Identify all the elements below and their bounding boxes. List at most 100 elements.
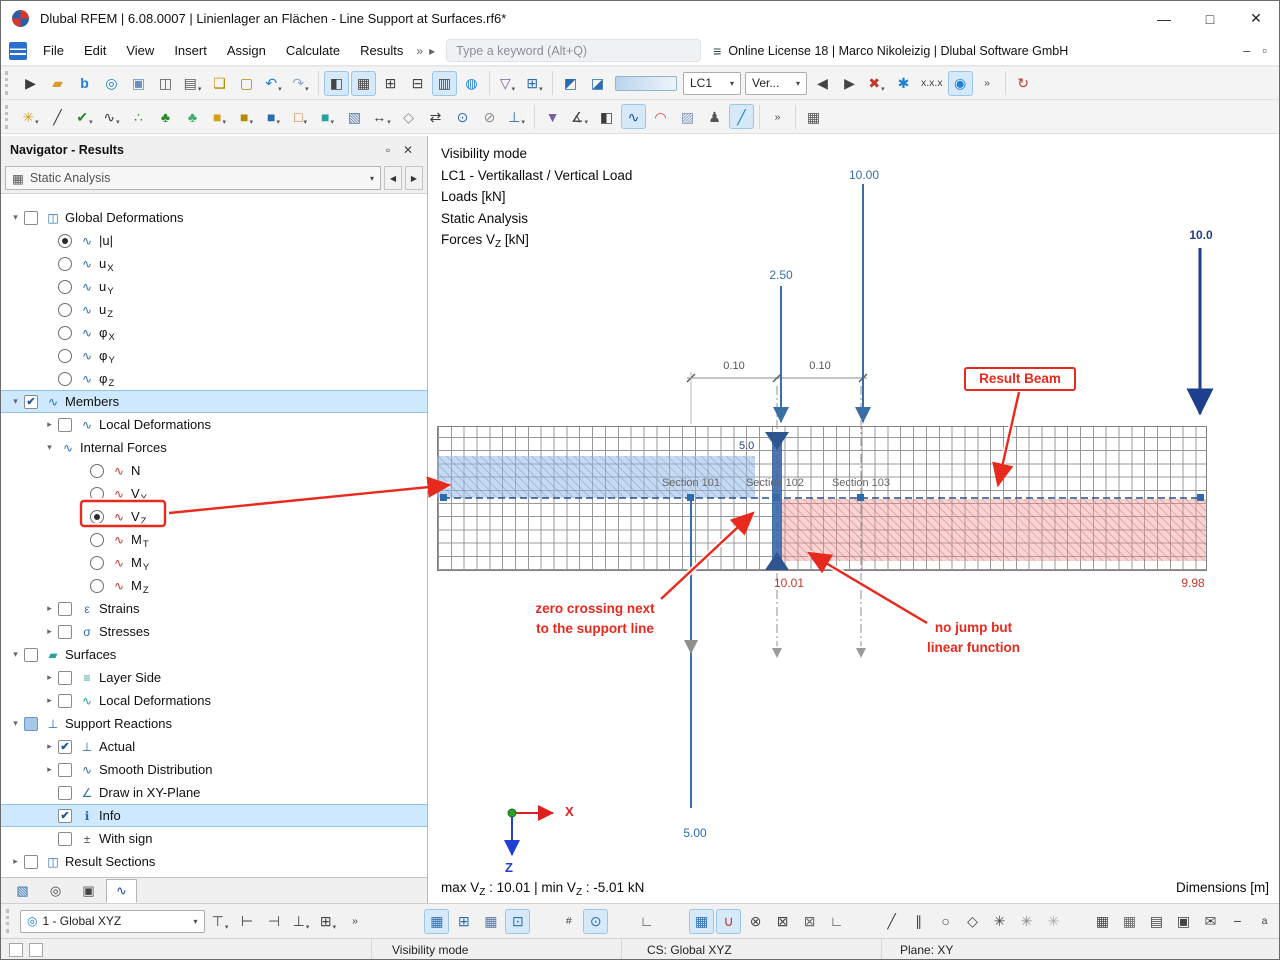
select-pointer-icon[interactable]: ▶ — [18, 71, 43, 96]
ribbon-minimize-icon[interactable]: ‒ — [1243, 43, 1250, 58]
snap-ortho-icon[interactable]: ◇ — [960, 909, 985, 934]
analysis-type-combo[interactable]: ▦ Static Analysis ▾ — [5, 166, 381, 190]
edit-mode-icon[interactable]: ╱ — [45, 104, 70, 129]
snap-mid-icon[interactable]: ⊠ — [770, 909, 795, 934]
checkbox-with-sign[interactable] — [58, 832, 72, 846]
tree-item-surfaces[interactable]: ▾▰Surfaces — [1, 643, 427, 666]
radio-my[interactable] — [90, 556, 104, 570]
tree-item-ux[interactable]: ∿uX — [1, 252, 427, 275]
version-combo[interactable]: Ver...▾ — [745, 72, 807, 95]
mesh-refine-icon[interactable]: ▦ — [1117, 909, 1142, 934]
render-mode-icon[interactable]: ▨ — [675, 104, 700, 129]
expander-icon[interactable]: ▸ — [41, 626, 58, 637]
ucs-create-icon[interactable]: ⊤▾ — [208, 909, 233, 934]
clipping-plane-icon[interactable]: ╱ — [729, 104, 754, 129]
tab-views[interactable]: ◎ — [40, 879, 71, 903]
table-go-icon[interactable]: ⊞ — [378, 71, 403, 96]
print-icon[interactable]: ▤▾ — [180, 71, 205, 96]
new-view-icon[interactable]: ◧ — [594, 104, 619, 129]
tree-item-members[interactable]: ▾✔∿Members — [1, 390, 427, 413]
favorites-icon[interactable]: ✳▾ — [18, 104, 43, 129]
checkbox-info[interactable]: ✔ — [58, 809, 72, 823]
next-load-case-icon[interactable]: ▶ — [837, 71, 862, 96]
tree-item-z[interactable]: ∿φZ — [1, 367, 427, 390]
printout-report-icon[interactable]: ▢ — [234, 71, 259, 96]
ucs-move-icon[interactable]: ⊢ — [235, 909, 260, 934]
nodes-icon[interactable]: ∴ — [126, 104, 151, 129]
solid-tool-icon[interactable]: ▧ — [342, 104, 367, 129]
tree-item-support-reactions[interactable]: ▾⊥Support Reactions — [1, 712, 427, 735]
grid-toggle-icon[interactable]: ▦ — [424, 909, 449, 934]
checkbox-result-sections[interactable] — [24, 855, 38, 869]
online-services-icon[interactable]: ◍ — [459, 71, 484, 96]
tree-item-mt[interactable]: ∿MT — [1, 528, 427, 551]
checkbox-smooth-distribution[interactable] — [58, 763, 72, 777]
save-icon[interactable]: ◫ — [153, 71, 178, 96]
expander-icon[interactable]: ▸ — [7, 856, 24, 867]
radio-u[interactable] — [58, 234, 72, 248]
ribbon-float-icon[interactable]: ▫ — [1262, 43, 1267, 58]
menu-assign[interactable]: Assign — [217, 38, 276, 63]
keyword-search-input[interactable]: Type a keyword (Alt+Q) — [446, 39, 701, 62]
tree-item-my[interactable]: ∿MY — [1, 551, 427, 574]
numbering-icon[interactable]: x.x.x — [918, 71, 946, 96]
radio-vz[interactable] — [90, 510, 104, 524]
panel-toggle-icon[interactable]: ▥ — [432, 71, 457, 96]
tree-item-u[interactable]: ∿|u| — [1, 229, 427, 252]
opening-tool-icon[interactable]: □▾ — [288, 104, 313, 129]
checkbox-global-deformations[interactable] — [24, 211, 38, 225]
radio-y[interactable] — [58, 349, 72, 363]
analysis-prev-button[interactable]: ◀ — [384, 166, 402, 190]
tree-item-result-sections[interactable]: ▸◫Result Sections — [1, 850, 427, 873]
checkbox-stresses[interactable] — [58, 625, 72, 639]
checkbox-local-deformations[interactable] — [58, 694, 72, 708]
radio-x[interactable] — [58, 326, 72, 340]
expander-icon[interactable]: ▸ — [41, 603, 58, 614]
grid-lines-icon[interactable]: ▦ — [478, 909, 503, 934]
menu-file[interactable]: File — [33, 38, 74, 63]
expander-icon[interactable]: ▸ — [41, 741, 58, 752]
ucs-rotate-icon[interactable]: ⊣ — [262, 909, 287, 934]
navigator-toggle-icon[interactable]: ◧ — [324, 71, 349, 96]
snap-line-icon[interactable]: ╱ — [879, 909, 904, 934]
expander-icon[interactable]: ▾ — [7, 718, 24, 729]
expander-icon[interactable]: ▾ — [7, 396, 24, 407]
tab-results[interactable]: ∿ — [106, 879, 137, 903]
line-tool-icon[interactable]: ■▾ — [234, 104, 259, 129]
grid-table-icon[interactable]: ▦ — [801, 104, 826, 129]
statusbar-doc-icon-1[interactable] — [9, 943, 23, 957]
tree-item-global-deformations[interactable]: ▾◫Global Deformations — [1, 206, 427, 229]
tree-item-info[interactable]: ✔ℹInfo — [1, 804, 427, 827]
snap-corner-icon[interactable]: ∟ — [824, 909, 849, 934]
tree-item-internal-forces[interactable]: ▾∿Internal Forces — [1, 436, 427, 459]
visibility-filter-icon[interactable]: ▽▾ — [495, 71, 520, 96]
measure-icon[interactable]: ∡▾ — [567, 104, 592, 129]
tree-item-strains[interactable]: ▸εStrains — [1, 597, 427, 620]
work-plane-icon[interactable]: ∟ — [634, 909, 659, 934]
hide-objects-icon[interactable]: ⊘ — [477, 104, 502, 129]
expander-icon[interactable]: ▸ — [41, 672, 58, 683]
checkbox-draw-in-xy-plane[interactable] — [58, 786, 72, 800]
apply-changes-icon[interactable]: ✔▾ — [72, 104, 97, 129]
radio-vy[interactable] — [90, 487, 104, 501]
tree-item-x[interactable]: ∿φX — [1, 321, 427, 344]
tree-item-y[interactable]: ∿φY — [1, 344, 427, 367]
checkbox-members[interactable]: ✔ — [24, 395, 38, 409]
tree-item-mz[interactable]: ∿MZ — [1, 574, 427, 597]
tree-item-uz[interactable]: ∿uZ — [1, 298, 427, 321]
result-diagram-icon[interactable]: ∿ — [621, 104, 646, 129]
generate-results-icon[interactable]: ✱ — [891, 71, 916, 96]
list-view-icon[interactable]: ▤ — [1144, 909, 1169, 934]
menu-customize-icon[interactable]: ▸ — [426, 44, 438, 58]
tree-item-with-sign[interactable]: ±With sign — [1, 827, 427, 850]
expander-icon[interactable]: ▾ — [41, 442, 58, 453]
member-set-icon[interactable]: ♣ — [153, 104, 178, 129]
undo-icon[interactable]: ↶▾ — [261, 71, 286, 96]
tree-item-local-deformations[interactable]: ▸∿Local Deformations — [1, 689, 427, 712]
tree-item-stresses[interactable]: ▸σStresses — [1, 620, 427, 643]
label-a-icon[interactable]: a — [1252, 909, 1277, 934]
toolbar2-overflow-icon[interactable]: » — [765, 104, 790, 129]
member-tool-icon[interactable]: ■▾ — [261, 104, 286, 129]
object-snap-icon[interactable]: ⊙ — [583, 909, 608, 934]
section-b-icon[interactable]: ◪ — [585, 71, 610, 96]
